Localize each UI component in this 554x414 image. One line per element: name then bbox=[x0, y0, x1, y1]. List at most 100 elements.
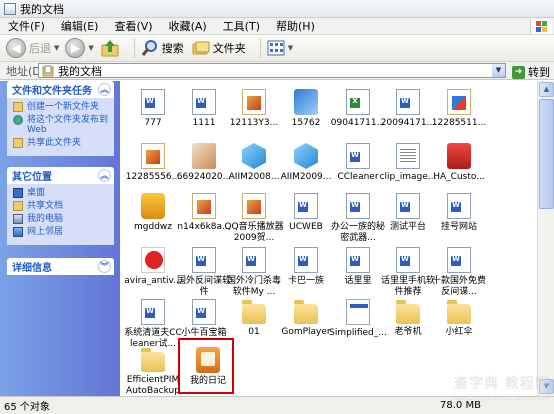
toolbar-separator bbox=[259, 38, 261, 58]
folders-button[interactable]: 文件夹 bbox=[192, 39, 246, 57]
file-item[interactable]: EfficientPIM AutoBackup bbox=[123, 347, 183, 396]
red-app-icon bbox=[447, 143, 471, 169]
title-bar: 我的文档 bbox=[0, 0, 554, 18]
watermark-title: 查字典 教程网 bbox=[454, 376, 550, 392]
file-name: 国外冷门杀毒软件My ... bbox=[226, 276, 281, 297]
up-button[interactable] bbox=[100, 38, 120, 58]
back-dropdown-icon[interactable]: ▼ bbox=[54, 44, 59, 52]
file-item[interactable]: UCWEB bbox=[276, 193, 336, 233]
file-item[interactable]: AIIM2009... bbox=[276, 143, 336, 183]
word-doc-icon bbox=[141, 89, 165, 115]
place-my-computer[interactable]: 我的电脑 bbox=[13, 214, 110, 224]
avira-icon bbox=[141, 247, 165, 273]
file-name: HA_Custo... bbox=[433, 172, 485, 182]
word-doc-icon bbox=[242, 247, 266, 273]
expand-chevron-icon[interactable]: ︾ bbox=[98, 260, 111, 273]
file-name: UCWEB bbox=[289, 222, 323, 232]
windows-logo-icon bbox=[530, 19, 552, 34]
other-places-header[interactable]: 其它位置 ︽ bbox=[7, 167, 114, 184]
my-documents-icon bbox=[42, 65, 54, 76]
file-item[interactable]: GomPlayer bbox=[276, 299, 336, 338]
place-label: 我的电脑 bbox=[27, 214, 64, 224]
collapse-chevron-icon[interactable]: ︽ bbox=[98, 83, 111, 96]
image-icon bbox=[242, 193, 266, 219]
file-item[interactable]: 12285511... bbox=[429, 89, 489, 129]
place-desktop[interactable]: 桌面 bbox=[13, 188, 110, 198]
menu-favorites[interactable]: 收藏(A) bbox=[161, 18, 215, 34]
other-places-panel: 其它位置 ︽ 桌面 共享文档 我的电脑 网上邻居 bbox=[7, 167, 114, 245]
place-network[interactable]: 网上邻居 bbox=[13, 227, 110, 237]
file-item[interactable]: QQ音乐播放器2009贺... bbox=[224, 193, 284, 244]
word-doc-icon bbox=[294, 247, 318, 273]
word-doc-icon bbox=[447, 247, 471, 273]
folder-icon bbox=[447, 300, 471, 324]
search-label: 搜索 bbox=[161, 42, 184, 55]
file-item[interactable]: 挂号网站 bbox=[429, 193, 489, 233]
collapse-chevron-icon[interactable]: ︽ bbox=[98, 169, 111, 182]
menu-edit[interactable]: 编辑(E) bbox=[53, 18, 107, 34]
menu-file[interactable]: 文件(F) bbox=[0, 18, 53, 34]
word-doc-icon bbox=[141, 299, 165, 325]
shortcut-icon bbox=[294, 89, 318, 115]
file-item[interactable]: 01 bbox=[224, 299, 284, 338]
file-item[interactable]: HA_Custo... bbox=[429, 143, 489, 183]
word-doc-icon bbox=[346, 193, 370, 219]
package-icon bbox=[294, 143, 318, 169]
task-publish-web[interactable]: 将这个文件夹发布到 Web bbox=[13, 115, 110, 135]
shared-docs-icon bbox=[13, 201, 23, 211]
menu-view[interactable]: 查看(V) bbox=[106, 18, 160, 34]
task-new-folder[interactable]: 创建一个新文件夹 bbox=[13, 102, 110, 112]
word-doc-icon bbox=[447, 193, 471, 219]
views-icon bbox=[267, 40, 285, 56]
file-item[interactable]: 十款国外免费反间谍... bbox=[429, 247, 489, 298]
file-item[interactable]: 小红伞 bbox=[429, 299, 489, 338]
place-label: 网上邻居 bbox=[27, 227, 64, 237]
details-header[interactable]: 详细信息 ︾ bbox=[7, 258, 114, 275]
menu-tools[interactable]: 工具(T) bbox=[215, 18, 268, 34]
place-shared-docs[interactable]: 共享文档 bbox=[13, 201, 110, 211]
panel-title: 详细信息 bbox=[12, 263, 52, 274]
forward-arrow-icon: ▶ bbox=[65, 38, 86, 58]
go-arrow-icon: ➜ bbox=[512, 65, 525, 79]
image-icon bbox=[141, 143, 165, 169]
file-name: 卡巴一族 bbox=[287, 276, 324, 286]
share-icon bbox=[13, 138, 23, 148]
forward-button[interactable]: ▶ ▼ bbox=[65, 38, 94, 58]
file-item[interactable]: AIIM2008... bbox=[224, 143, 284, 183]
file-item[interactable]: 12113Y3... bbox=[224, 89, 284, 129]
folder-icon bbox=[242, 300, 266, 324]
panel-title: 其它位置 bbox=[12, 172, 52, 183]
file-item[interactable]: 15762 bbox=[276, 89, 336, 129]
back-button[interactable]: ◀ 后退 ▼ bbox=[6, 38, 59, 58]
pka-file-icon bbox=[346, 299, 370, 325]
file-name: QQ音乐播放器2009贺... bbox=[224, 222, 284, 243]
object-count: 65 个对象 bbox=[4, 402, 50, 413]
file-folder-tasks-panel: 文件和文件夹任务 ︽ 创建一个新文件夹 将这个文件夹发布到 Web 共享此文件夹 bbox=[7, 81, 114, 156]
go-label: 转到 bbox=[528, 66, 550, 79]
file-name: GomPlayer bbox=[281, 327, 331, 337]
views-button[interactable]: ▼ bbox=[267, 40, 293, 56]
scroll-up-icon[interactable]: ▲ bbox=[539, 82, 554, 97]
word-doc-icon bbox=[396, 247, 420, 273]
task-share-folder[interactable]: 共享此文件夹 bbox=[13, 138, 110, 148]
scroll-thumb[interactable] bbox=[539, 99, 554, 209]
file-folder-tasks-header[interactable]: 文件和文件夹任务 ︽ bbox=[7, 81, 114, 98]
menu-help[interactable]: 帮助(H) bbox=[268, 18, 323, 34]
address-dropdown-icon[interactable]: ▼ bbox=[492, 64, 505, 77]
text-file-icon bbox=[396, 143, 420, 169]
vertical-scrollbar[interactable]: ▲ ▼ bbox=[537, 81, 554, 396]
file-item[interactable]: 卡巴一族 bbox=[276, 247, 336, 287]
folder-icon bbox=[396, 300, 420, 324]
address-input[interactable]: 我的文档 ▼ bbox=[38, 63, 506, 78]
file-name: 12113Y3... bbox=[229, 118, 279, 128]
address-value: 我的文档 bbox=[58, 64, 102, 78]
forward-dropdown-icon[interactable]: ▼ bbox=[88, 44, 93, 52]
search-button[interactable]: 搜索 bbox=[141, 39, 184, 57]
folders-icon bbox=[192, 41, 210, 55]
word-doc-icon bbox=[192, 89, 216, 115]
file-item[interactable]: 国外冷门杀毒软件My ... bbox=[224, 247, 284, 298]
back-label: 后退 bbox=[29, 42, 51, 55]
menu-bar: 文件(F) 编辑(E) 查看(V) 收藏(A) 工具(T) 帮助(H) bbox=[0, 18, 554, 35]
file-name: 12285511... bbox=[431, 118, 487, 128]
go-button[interactable]: ➜ 转到 bbox=[512, 64, 550, 80]
